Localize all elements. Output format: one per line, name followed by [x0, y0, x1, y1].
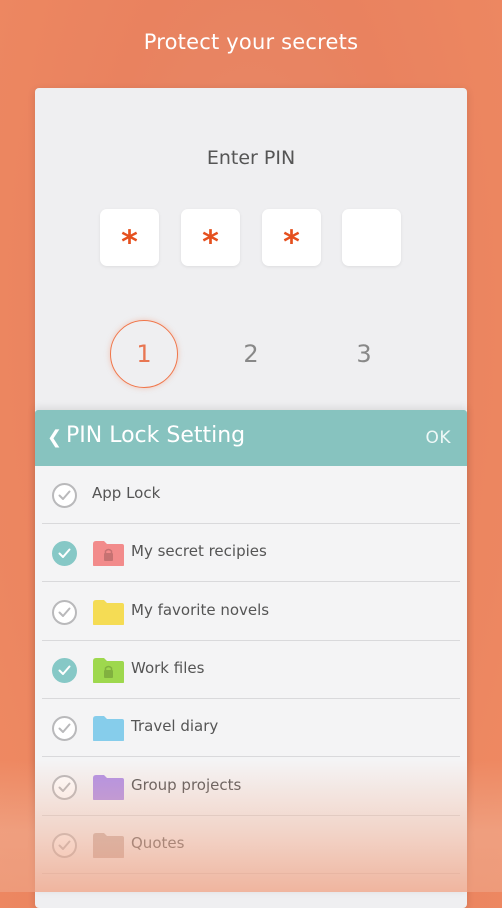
pin-digit-3: *: [262, 209, 321, 266]
keypad-key-3[interactable]: 3: [330, 320, 398, 388]
chevron-left-icon[interactable]: ❮: [47, 427, 62, 448]
app-lock-row[interactable]: App Lock: [42, 466, 460, 524]
keypad-key-2[interactable]: 2: [217, 320, 285, 388]
checkbox-unchecked-icon[interactable]: [52, 832, 77, 858]
folder-icon: [92, 715, 125, 742]
row-label: My secret recipies: [131, 542, 267, 561]
checkbox-unchecked-icon[interactable]: [52, 483, 77, 508]
folder-row[interactable]: Group projects: [42, 758, 460, 816]
folder-row[interactable]: My secret recipies: [42, 524, 460, 583]
locked-folder-icon: [92, 657, 125, 684]
folder-icon: [92, 832, 125, 859]
pin-lock-setting-sheet: ❮ PIN Lock Setting OK App Lock My secret …: [35, 410, 467, 892]
pin-digit-4: [342, 209, 401, 266]
folder-row[interactable]: Travel diary: [42, 699, 460, 758]
folder-row[interactable]: My favorite novels: [42, 583, 460, 641]
folder-icon: [92, 774, 125, 801]
folder-icon: [92, 599, 125, 626]
keypad-key-1[interactable]: 1: [110, 320, 178, 388]
pin-digit-1: *: [100, 209, 159, 266]
headline: Protect your secrets: [143, 30, 359, 54]
sheet-header: ❮ PIN Lock Setting OK: [35, 410, 467, 466]
checkbox-checked-icon[interactable]: [52, 541, 77, 567]
sheet-title: PIN Lock Setting: [66, 423, 246, 448]
checkbox-unchecked-icon[interactable]: [52, 774, 77, 800]
folder-row[interactable]: Work files: [42, 641, 460, 699]
checkbox-checked-icon[interactable]: [52, 657, 77, 683]
row-label: Quotes: [131, 833, 185, 852]
row-label: App Lock: [92, 484, 161, 502]
row-label: Travel diary: [131, 717, 219, 736]
row-label: My favorite novels: [131, 600, 270, 619]
enter-pin-label: Enter PIN: [206, 147, 296, 169]
row-label: Group projects: [131, 775, 242, 794]
locked-folder-icon: [92, 540, 125, 567]
folder-row[interactable]: Quotes: [42, 816, 460, 874]
checkbox-unchecked-icon[interactable]: [52, 599, 77, 625]
row-label: Work files: [131, 658, 205, 677]
pin-digit-2: *: [181, 209, 240, 266]
checkbox-unchecked-icon[interactable]: [52, 716, 77, 742]
ok-button[interactable]: OK: [425, 428, 451, 448]
